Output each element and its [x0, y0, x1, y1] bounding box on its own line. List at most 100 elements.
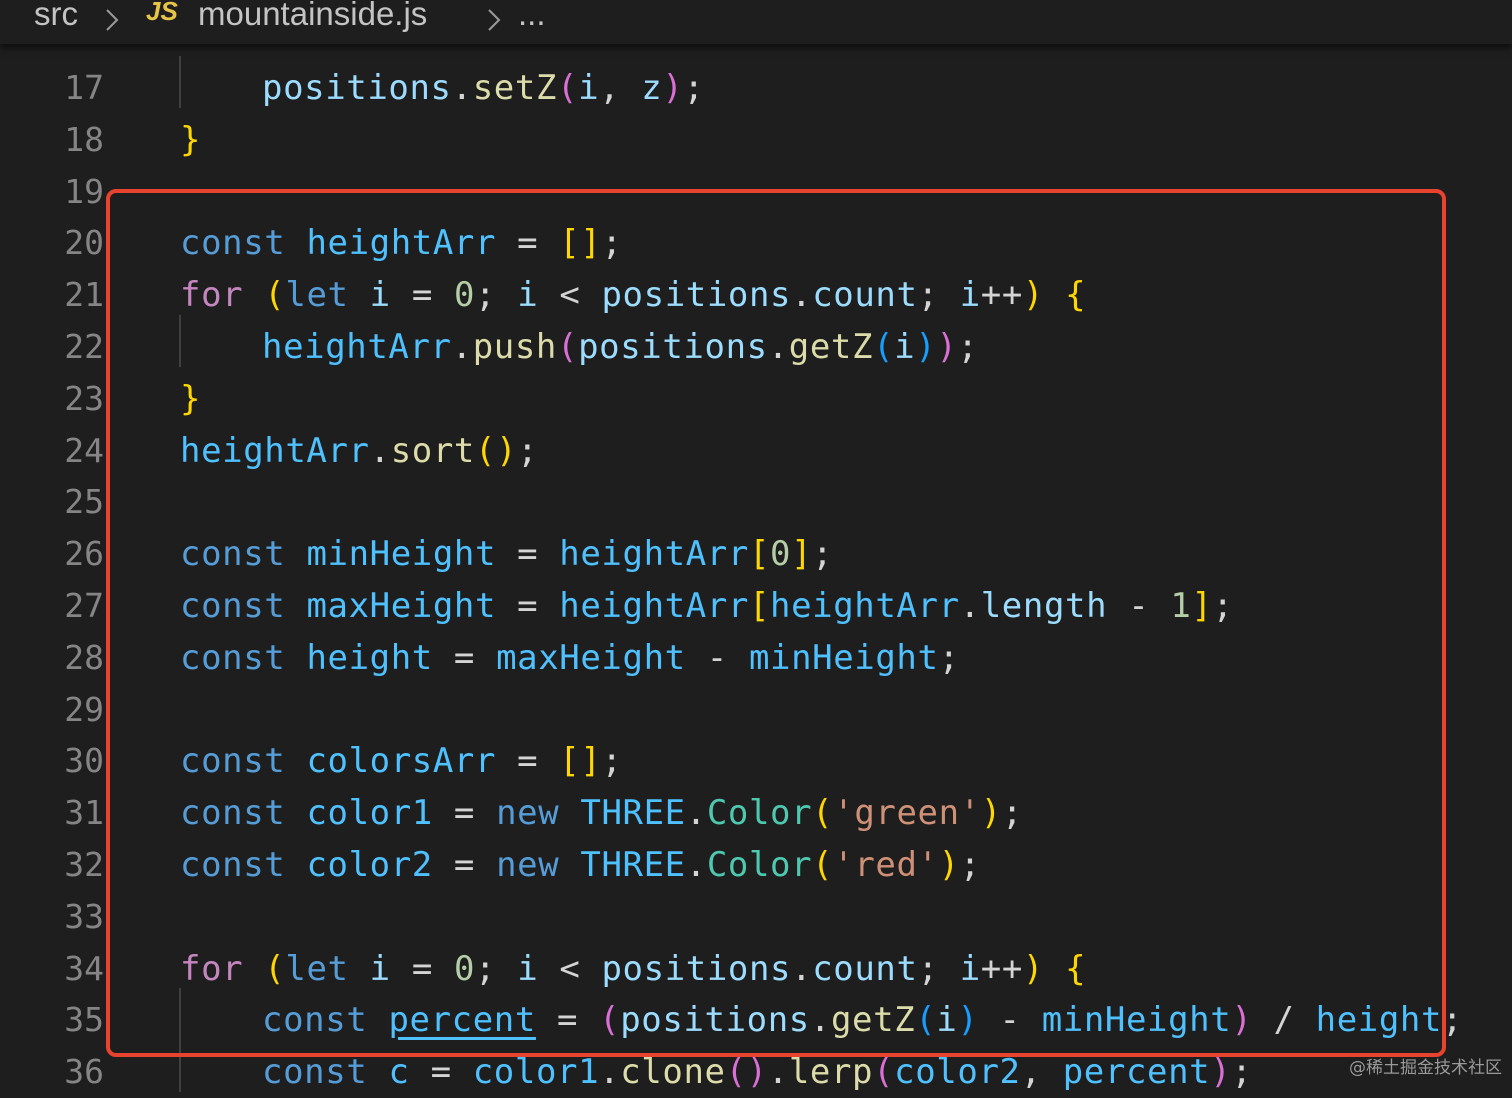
line-number[interactable]: 24 — [0, 425, 104, 477]
code-text: } — [180, 373, 201, 425]
line-number[interactable]: 35 — [0, 994, 104, 1046]
code-line[interactable]: 19 — [0, 160, 1512, 212]
code-line[interactable]: 33 — [0, 885, 1512, 937]
line-number[interactable]: 21 — [0, 269, 104, 321]
code-text: for (let i = 0; i < positions.count; i++… — [180, 269, 1086, 321]
code-token: heightArr — [180, 430, 370, 471]
code-token: percent — [1062, 1052, 1211, 1093]
code-line[interactable]: 18} — [0, 108, 1512, 160]
code-line[interactable]: 23} — [0, 367, 1512, 419]
breadcrumb-file[interactable]: mountainside.js — [198, 0, 427, 34]
code-token: ) — [957, 1000, 979, 1041]
code-token: i — [959, 275, 981, 316]
code-text: heightArr.push(positions.getZ(i)); — [262, 321, 978, 373]
line-number[interactable]: 20 — [0, 217, 104, 269]
code-token: positions — [578, 327, 768, 367]
code-token: clone — [620, 1052, 726, 1093]
code-token: . — [451, 68, 473, 108]
code-token: ; — [601, 741, 623, 782]
line-number[interactable]: 34 — [0, 943, 104, 995]
code-token: . — [685, 793, 707, 834]
code-token: 0 — [453, 948, 476, 989]
code-token: = — [432, 845, 497, 885]
code-token: setZ — [472, 68, 557, 108]
code-line[interactable]: 31 const color1 = new THREE.Color('green'… — [0, 781, 1512, 833]
code-token: const — [180, 845, 286, 885]
code-text: const maxHeight = heightArr[heightArr.le… — [180, 580, 1234, 632]
code-editor[interactable]: 17 positions.setZ(i, z); 18} 19 20 const heig… — [0, 44, 1512, 1093]
line-number[interactable]: 30 — [0, 735, 104, 787]
code-line[interactable]: 17 positions.setZ(i, z); — [0, 56, 1512, 108]
code-token: ( — [264, 275, 286, 316]
code-token: i — [517, 948, 539, 989]
code-token: positions — [601, 948, 792, 989]
code-line[interactable]: 32 const color2 = new THREE.Color('red'); — [0, 833, 1512, 885]
code-token: ) — [1022, 948, 1044, 989]
line-number[interactable]: 32 — [0, 839, 104, 891]
code-line[interactable]: 27 const maxHeight = heightArr[heightArr.… — [0, 574, 1512, 626]
line-number[interactable]: 25 — [0, 476, 104, 528]
code-token: , — [599, 68, 642, 108]
code-token: new — [496, 845, 560, 885]
code-token: heightArr — [559, 586, 749, 626]
code-token: . — [369, 430, 391, 471]
line-number[interactable]: 33 — [0, 891, 104, 943]
line-number[interactable]: 29 — [0, 684, 104, 736]
code-line[interactable]: 28 const height = maxHeight - minHeight; — [0, 626, 1512, 678]
code-line[interactable]: 36 const c = color1.clone().lerp(color2, … — [0, 1040, 1512, 1093]
line-number[interactable]: 18 — [0, 114, 104, 166]
code-token: let — [285, 275, 349, 316]
code-token: height — [306, 637, 433, 678]
code-token: const — [180, 637, 286, 678]
code-line[interactable]: 34 for (let i = 0; i < positions.count; i… — [0, 937, 1512, 989]
code-token: ) — [936, 327, 958, 367]
line-number[interactable]: 31 — [0, 787, 104, 839]
line-number[interactable]: 36 — [0, 1046, 104, 1098]
line-number[interactable]: 26 — [0, 528, 104, 580]
code-token: color1 — [306, 793, 433, 834]
code-line[interactable]: 25 — [0, 470, 1512, 522]
code-token: ; — [683, 68, 705, 108]
code-token: positions — [262, 68, 452, 108]
line-number[interactable]: 28 — [0, 632, 104, 684]
code-token: ( — [812, 793, 834, 834]
indent-guide — [179, 315, 181, 367]
code-token: for — [180, 275, 244, 316]
code-line[interactable]: 22 heightArr.push(positions.getZ(i)); — [0, 315, 1512, 367]
code-token: positions — [601, 275, 792, 316]
code-line[interactable]: 21 for (let i = 0; i < positions.count; i… — [0, 263, 1512, 315]
line-number[interactable]: 22 — [0, 321, 104, 373]
code-text: heightArr.sort(); — [180, 425, 538, 477]
code-token: count — [812, 948, 918, 989]
code-line[interactable]: 24 heightArr.sort(); — [0, 419, 1512, 471]
code-token: ( — [264, 948, 286, 989]
code-token: minHeight — [1041, 1000, 1232, 1041]
code-token: ( — [599, 1000, 621, 1041]
code-line[interactable]: 26 const minHeight = heightArr[0]; — [0, 522, 1512, 574]
line-number[interactable]: 23 — [0, 373, 104, 425]
code-token: getZ — [830, 1000, 916, 1041]
code-token: color2 — [306, 845, 433, 885]
breadcrumb-more[interactable]: ... — [518, 0, 546, 34]
js-file-icon: JS — [146, 0, 178, 26]
code-token: const — [262, 1052, 368, 1093]
indent-guide — [179, 56, 181, 108]
line-number[interactable]: 19 — [0, 166, 104, 218]
code-text: for (let i = 0; i < positions.count; i++… — [180, 943, 1086, 995]
line-number[interactable]: 27 — [0, 580, 104, 632]
line-number[interactable]: 17 — [0, 62, 104, 114]
code-line[interactable]: 20 const heightArr = []; — [0, 211, 1512, 263]
code-token: = — [390, 275, 454, 316]
code-token: positions — [620, 1000, 810, 1041]
code-line[interactable]: 30 const colorsArr = []; — [0, 729, 1512, 781]
code-line[interactable]: 35 const percent = (positions.getZ(i) - m… — [0, 988, 1512, 1041]
code-line[interactable]: 29 — [0, 678, 1512, 730]
breadcrumb-folder[interactable]: src — [34, 0, 78, 34]
code-token: ( — [915, 1000, 937, 1041]
code-token: . — [451, 327, 473, 367]
